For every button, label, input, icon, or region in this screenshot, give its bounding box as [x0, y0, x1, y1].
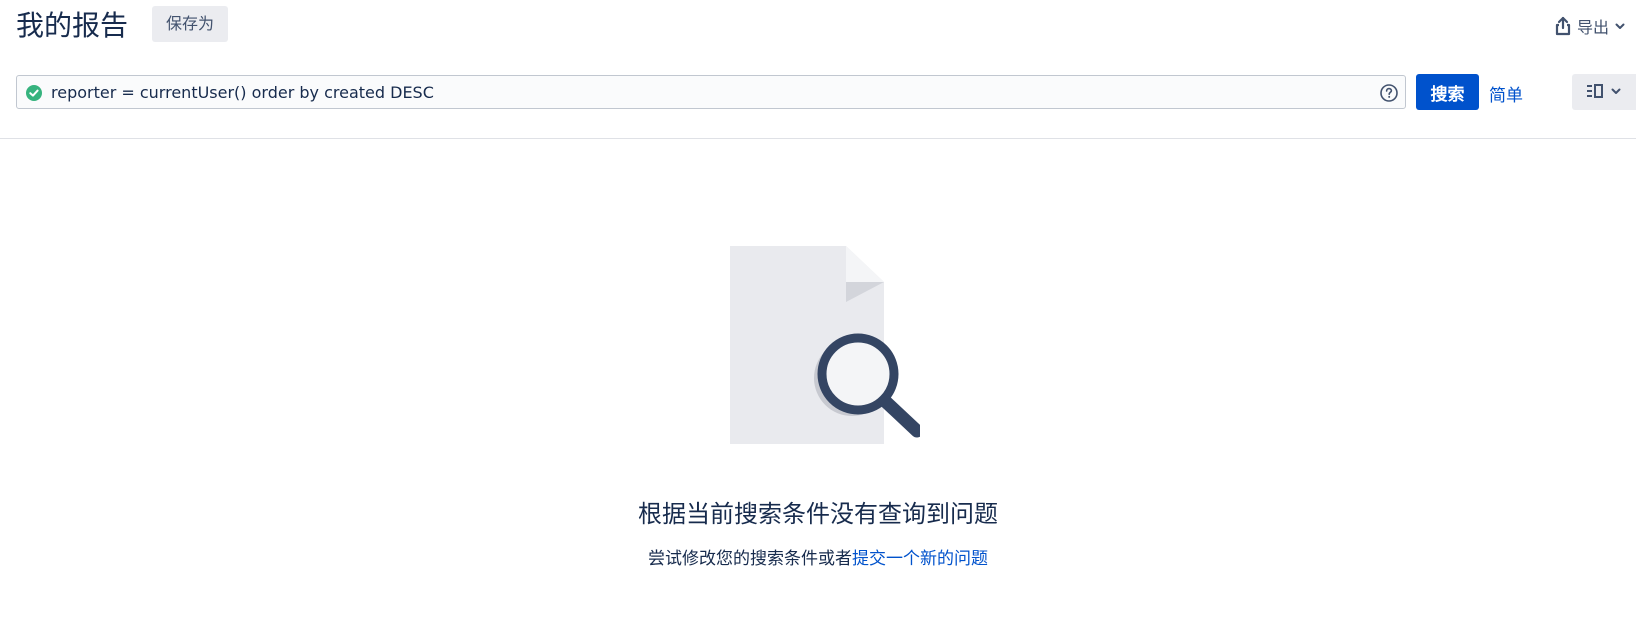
save-as-button[interactable]: 保存为	[152, 6, 229, 42]
document-search-icon	[720, 244, 924, 453]
question-circle-icon[interactable]	[1379, 83, 1399, 107]
export-label: 导出	[1576, 18, 1609, 37]
view-switcher-button[interactable]	[1572, 74, 1636, 110]
search-button[interactable]: 搜索	[1416, 74, 1479, 110]
empty-state-heading: 根据当前搜索条件没有查询到问题	[638, 500, 998, 528]
chevron-down-icon	[1610, 85, 1622, 100]
page-title: 我的报告	[16, 9, 129, 42]
header-divider	[0, 138, 1636, 139]
jql-search-box	[16, 75, 1406, 109]
issue-navigator-page: 我的报告 保存为 导出 reporter = currentUser() ord…	[0, 0, 1636, 618]
jql-query-input[interactable]	[51, 76, 1351, 108]
check-circle-icon	[25, 84, 43, 106]
create-issue-link[interactable]: 提交一个新的问题	[852, 549, 988, 569]
empty-state-description: 尝试修改您的搜索条件或者提交一个新的问题	[0, 547, 1636, 571]
list-detail-view-icon	[1586, 82, 1604, 103]
chevron-down-icon	[1614, 20, 1626, 32]
basic-search-link[interactable]: 简单	[1489, 81, 1523, 106]
empty-state-description-text: 尝试修改您的搜索条件或者	[648, 549, 852, 569]
share-export-icon	[1554, 16, 1572, 36]
export-button[interactable]: 导出	[1554, 10, 1626, 42]
